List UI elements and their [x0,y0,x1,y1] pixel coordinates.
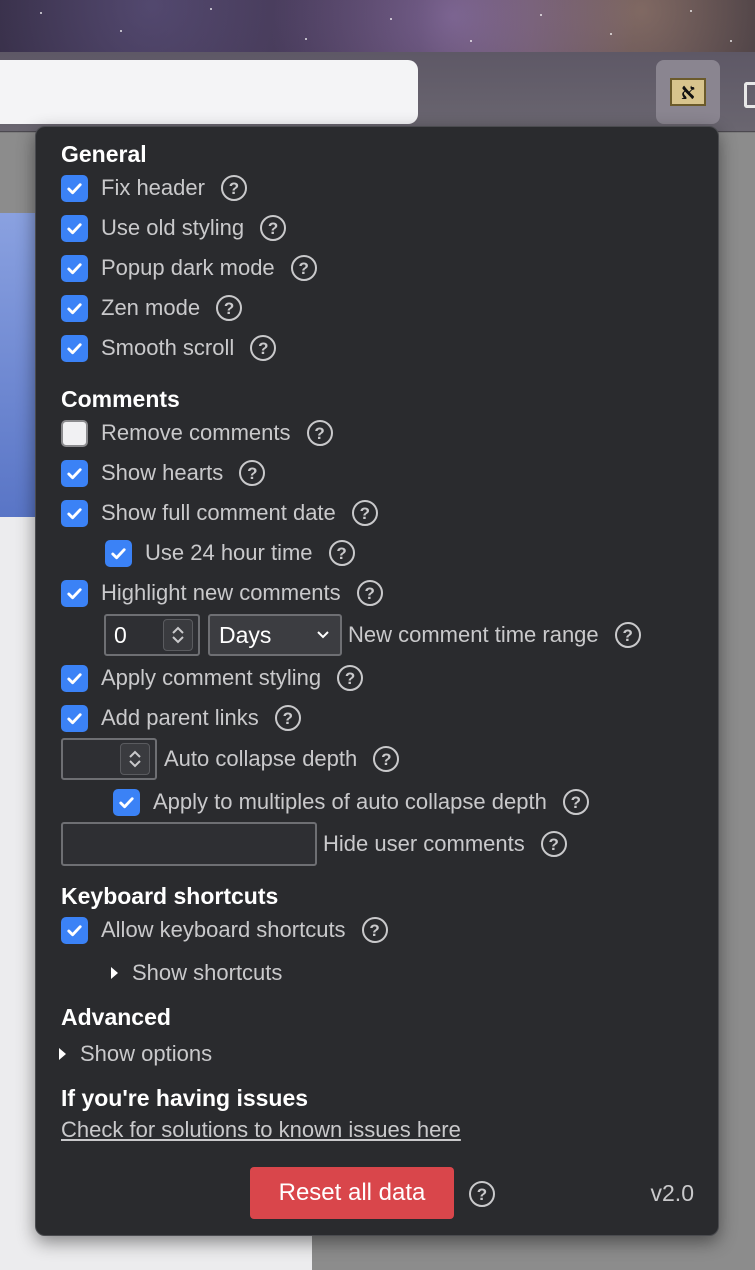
option-label: Allow keyboard shortcuts [101,917,346,942]
time-range-unit: Days [219,621,272,648]
help-icon[interactable]: ? [562,789,589,815]
checkbox[interactable] [61,254,88,282]
help-icon[interactable]: ? [306,420,333,446]
extension-popup: General Fix header ? Use old styling ? P… [35,126,719,1236]
sidebar-toggle-icon[interactable] [744,82,755,108]
option-label: Highlight new comments [101,580,341,605]
option-label: Add parent links [101,705,259,730]
help-icon[interactable]: ? [356,580,383,606]
help-icon[interactable]: ? [328,540,355,566]
option-label: Popup dark mode [101,255,275,280]
hide-user-label: Hide user comments [323,831,525,856]
option-remove-comments[interactable]: Remove comments ? [61,417,333,449]
hide-user-comments-input[interactable] [61,822,317,866]
option-label: Smooth scroll [101,335,235,360]
help-icon[interactable]: ? [337,665,364,691]
option-show-full-comment-date[interactable]: Show full comment date ? [61,497,378,529]
chevron-down-icon [317,631,329,639]
help-icon[interactable]: ? [250,335,277,361]
help-icon[interactable]: ? [239,460,266,486]
option-popup-dark-mode[interactable]: Popup dark mode ? [61,252,317,284]
time-range-unit-select[interactable]: Days [208,614,342,656]
option-use-old-styling[interactable]: Use old styling ? [61,212,287,244]
number-spinner-icon[interactable] [120,743,150,775]
checkbox[interactable] [61,579,88,607]
time-range-label: New comment time range [348,622,599,647]
help-icon[interactable]: ? [540,831,567,857]
version-label: v2.0 [650,1180,694,1206]
checkbox[interactable] [61,334,88,362]
show-shortcuts-label: Show shortcuts [132,960,283,985]
help-icon[interactable]: ? [260,215,287,241]
checkbox[interactable] [113,788,140,816]
disclosure-triangle-icon [59,1048,66,1060]
checkbox[interactable] [61,174,88,202]
checkbox[interactable] [61,419,88,447]
auto-collapse-label-row: Auto collapse depth ? [164,743,400,775]
help-icon[interactable]: ? [351,500,378,526]
show-options-toggle[interactable]: Show options [59,1038,212,1070]
option-label: Zen mode [101,295,201,320]
time-range-label-row: New comment time range ? [348,619,641,651]
checkbox[interactable] [61,214,88,242]
help-icon[interactable]: ? [361,917,388,943]
help-icon[interactable]: ? [614,622,641,648]
option-add-parent-links[interactable]: Add parent links ? [61,702,301,734]
option-label: Remove comments [101,420,291,445]
extension-button[interactable]: א [656,60,720,124]
auto-collapse-label: Auto collapse depth [164,746,358,771]
help-icon[interactable]: ? [469,1181,495,1207]
option-label: Use 24 hour time [145,540,313,565]
checkbox[interactable] [61,459,88,487]
show-options-label: Show options [80,1041,213,1066]
aleph-extension-icon: א [670,78,706,106]
help-icon[interactable]: ? [373,746,400,772]
section-title-issues: If you're having issues [61,1085,309,1111]
option-fix-header[interactable]: Fix header ? [61,172,247,204]
option-label: Apply comment styling [101,665,322,690]
browser-background [0,0,755,54]
help-icon[interactable]: ? [216,295,243,321]
section-title-advanced: Advanced [61,1004,171,1030]
number-spinner-icon[interactable] [163,619,193,651]
known-issues-link[interactable]: Check for solutions to known issues here [61,1117,461,1143]
section-title-comments: Comments [61,386,180,412]
section-title-keyboard: Keyboard shortcuts [61,883,279,909]
checkbox[interactable] [61,499,88,527]
checkbox[interactable] [105,539,132,567]
option-label: Fix header [101,175,205,200]
disclosure-triangle-icon [111,967,118,979]
option-label: Use old styling [101,215,245,240]
option-show-hearts[interactable]: Show hearts ? [61,457,266,489]
address-bar[interactable] [0,60,418,124]
option-zen-mode[interactable]: Zen mode ? [61,292,243,324]
page-banner [0,213,40,517]
option-smooth-scroll[interactable]: Smooth scroll ? [61,332,277,364]
help-icon[interactable]: ? [220,175,247,201]
option-label: Apply to multiples of auto collapse dept… [153,789,547,814]
option-highlight-new-comments[interactable]: Highlight new comments ? [61,577,383,609]
help-icon[interactable]: ? [290,255,317,281]
show-shortcuts-toggle[interactable]: Show shortcuts [111,957,282,989]
checkbox[interactable] [61,664,88,692]
checkbox[interactable] [61,704,88,732]
option-apply-comment-styling[interactable]: Apply comment styling ? [61,662,364,694]
hide-user-label-row: Hide user comments ? [323,828,567,860]
time-range-value: 0 [114,621,127,648]
option-label: Show full comment date [101,500,336,525]
option-use-24-hour-time[interactable]: Use 24 hour time ? [105,537,355,569]
option-allow-keyboard-shortcuts[interactable]: Allow keyboard shortcuts ? [61,914,388,946]
help-icon[interactable]: ? [274,705,301,731]
option-label: Show hearts [101,460,224,485]
time-range-number-input[interactable]: 0 [104,614,200,656]
option-apply-to-multiples[interactable]: Apply to multiples of auto collapse dept… [113,786,589,818]
auto-collapse-depth-input[interactable] [61,738,157,780]
checkbox[interactable] [61,916,88,944]
section-title-general: General [61,141,147,167]
reset-all-data-button[interactable]: Reset all data [250,1167,454,1219]
checkbox[interactable] [61,294,88,322]
